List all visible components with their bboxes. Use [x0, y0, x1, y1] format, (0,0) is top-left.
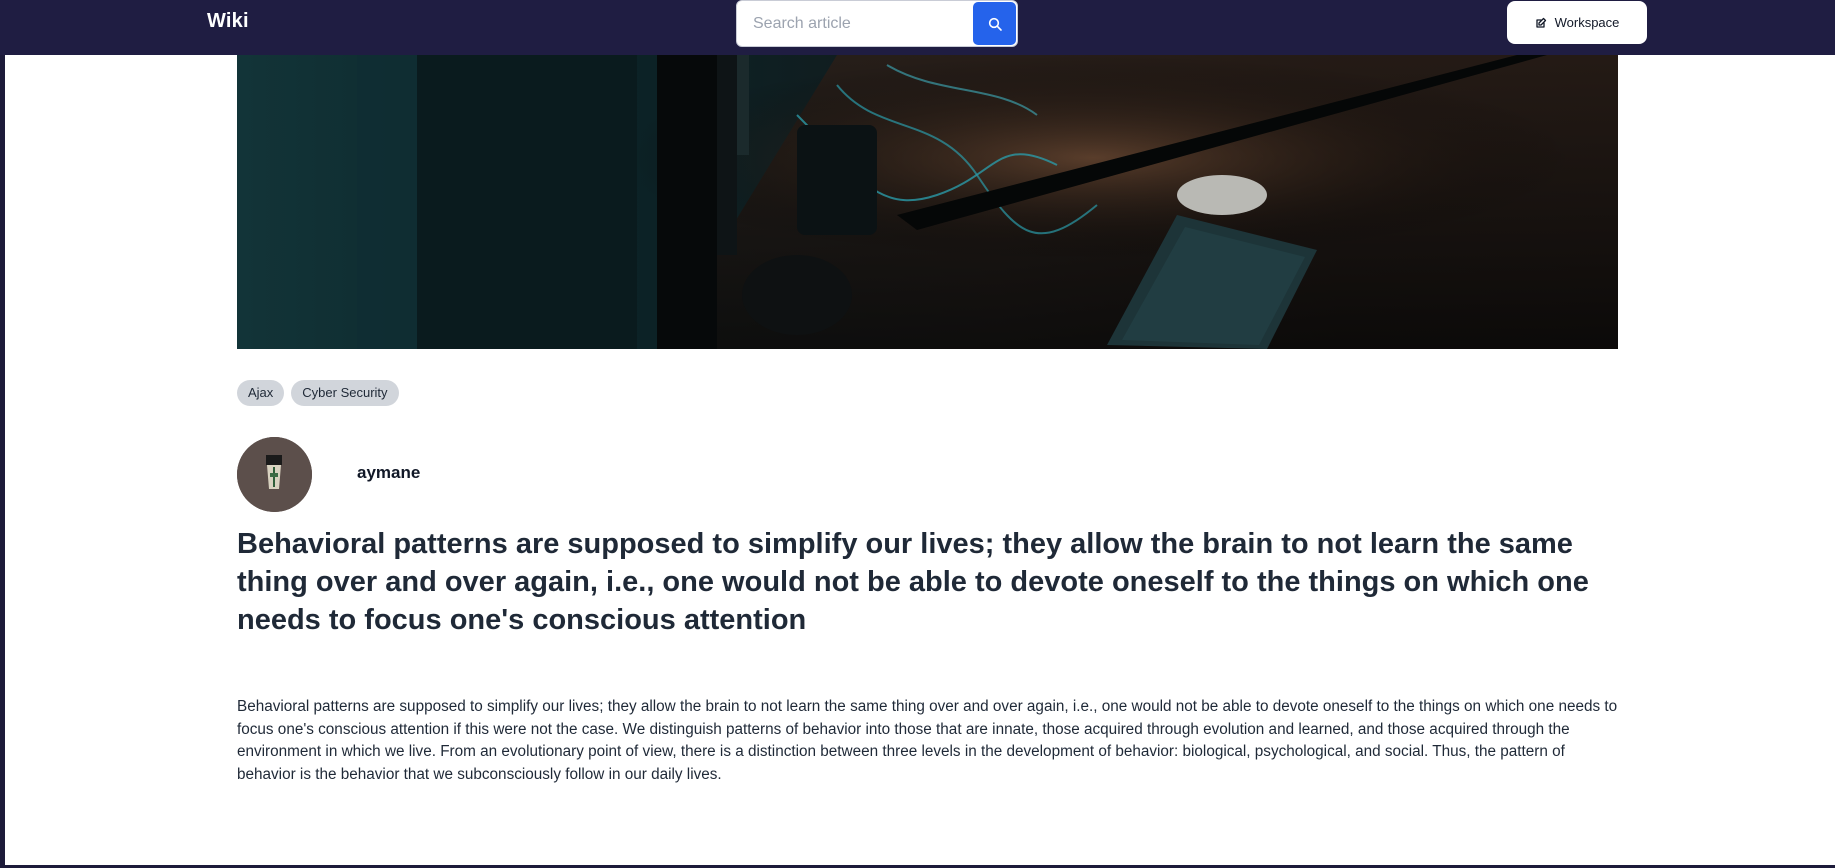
- author-avatar[interactable]: [237, 437, 312, 512]
- article-title: Behavioral patterns are supposed to simp…: [237, 528, 1589, 636]
- search-icon: [988, 17, 1002, 31]
- article-content: Ajax Cyber Security aymane Behavioral pa…: [5, 55, 1835, 865]
- author-name[interactable]: aymane: [357, 463, 420, 483]
- avatar-image: [237, 437, 312, 512]
- search-button[interactable]: [973, 2, 1016, 45]
- page: Wiki Workspace: [0, 0, 1835, 868]
- tag-list: Ajax Cyber Security: [237, 380, 399, 406]
- search-bar: [736, 0, 1018, 47]
- tag-cyber-security[interactable]: Cyber Security: [291, 380, 399, 406]
- article-body: Behavioral patterns are supposed to simp…: [237, 698, 1618, 783]
- top-navbar: Wiki Workspace: [0, 0, 1835, 55]
- brand-logo[interactable]: Wiki: [207, 10, 249, 33]
- tag-ajax[interactable]: Ajax: [237, 380, 285, 406]
- edit-icon: [1535, 17, 1546, 28]
- workspace-button[interactable]: Workspace: [1507, 1, 1647, 44]
- workspace-label: Workspace: [1554, 15, 1620, 30]
- search-input[interactable]: [737, 1, 973, 46]
- cover-image: [237, 55, 1618, 349]
